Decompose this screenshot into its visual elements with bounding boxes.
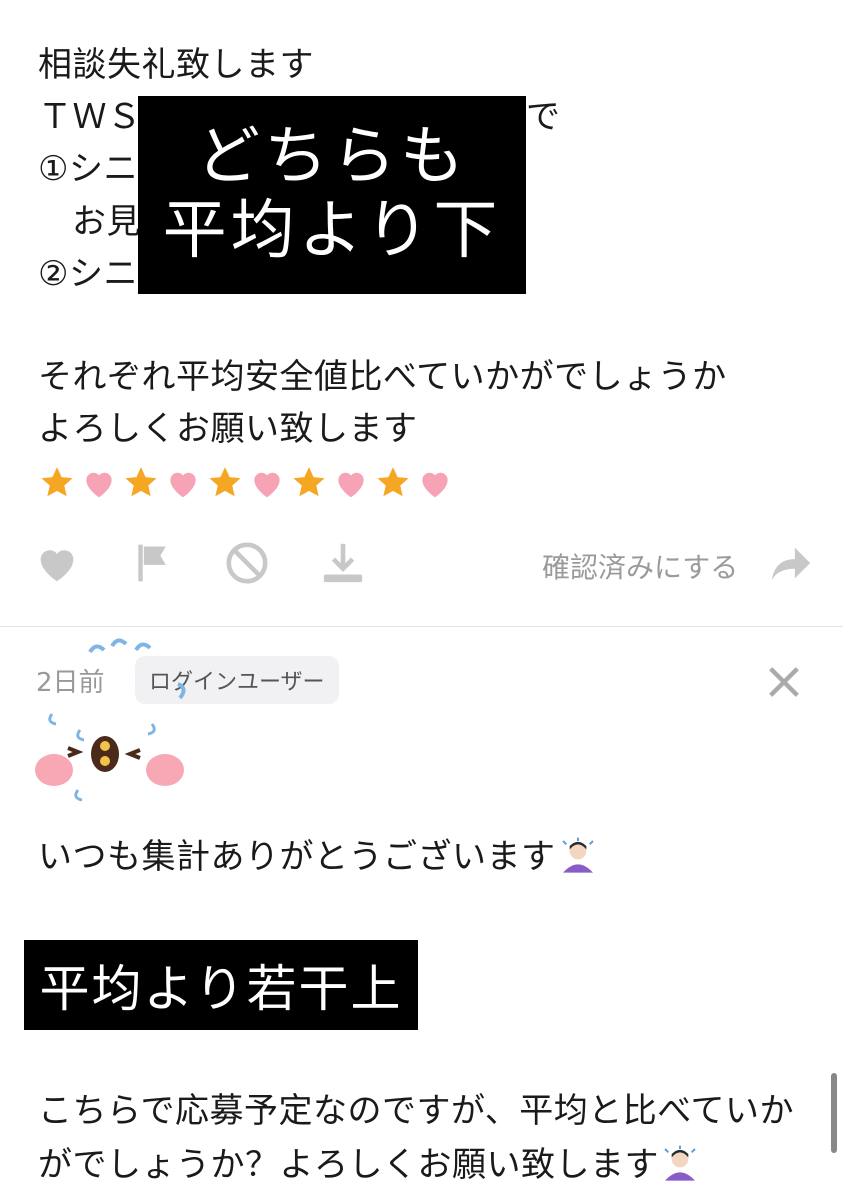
bowing-person-icon (664, 1145, 696, 1181)
download-icon[interactable] (318, 538, 368, 588)
post-line-3: ①シニ (38, 149, 138, 189)
comment-body-line-1: こちらで応募予定なのですが、平均と比べていか (38, 1091, 794, 1131)
star-icon (293, 467, 325, 497)
star-icon (209, 467, 241, 497)
censor-text-line-2: 平均より下 (162, 194, 502, 268)
censor-box: どちらも 平均より下 (138, 96, 526, 294)
star-icon (41, 467, 73, 497)
decor-row (38, 464, 454, 502)
scrollbar-thumb[interactable] (831, 1073, 837, 1153)
flag-icon[interactable] (128, 538, 178, 588)
comment-body-line-2: がでしょうか？よろしくお願い致します (38, 1145, 659, 1185)
share-arrow-icon[interactable] (766, 538, 816, 588)
post-line-1: 相談失礼致します (38, 45, 314, 85)
confirm-button[interactable]: 確認済みにする (542, 546, 738, 586)
post-request: よろしくお願い致します (38, 409, 418, 449)
heart-icon (254, 472, 280, 498)
post-line-4: お見 (72, 202, 141, 242)
heart-icon[interactable] (32, 538, 82, 588)
star-icon (377, 467, 409, 497)
heart-icon (422, 472, 448, 498)
heart-icon (86, 472, 112, 498)
comment-censor-text: 平均より若干上 (39, 960, 403, 1018)
comment-thanks: いつも集計ありがとうございます (38, 837, 556, 877)
post-question: それぞれ平均安全値比べていかがでしょうか (38, 357, 727, 397)
bean-sticker-icon (35, 638, 186, 802)
close-icon[interactable] (764, 662, 804, 702)
comment-censor-box: 平均より若干上 (24, 940, 418, 1030)
bowing-person-icon (562, 837, 594, 873)
post-line-2: ＴＷＳ (38, 97, 142, 137)
heart-icon (170, 472, 196, 498)
post-line-2-end: で (526, 97, 561, 137)
heart-icon (338, 472, 364, 498)
post-line-5: ②シニ (38, 254, 138, 294)
censor-text-line-1: どちらも (196, 120, 468, 195)
block-icon[interactable] (222, 538, 272, 588)
post-divider (0, 626, 843, 627)
star-icon (125, 467, 157, 497)
